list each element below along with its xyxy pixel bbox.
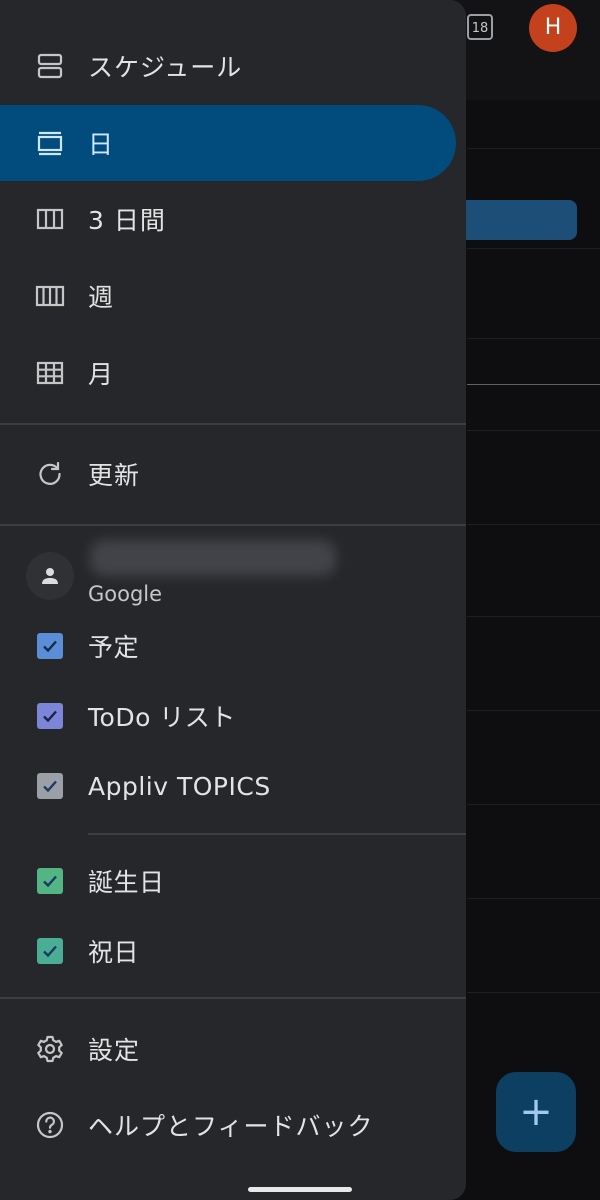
three-day-view-icon [34,203,66,235]
calendar-label: 予定 [88,633,140,662]
calendar-label: 誕生日 [88,868,165,897]
help-feedback-label: ヘルプとフィードバック [88,1112,374,1141]
gear-icon [34,1033,66,1065]
create-event-fab[interactable]: + [496,1072,576,1152]
view-schedule-label: スケジュール [88,53,243,82]
grid-line [467,992,600,993]
week-view-icon [34,280,66,312]
calendar-item-todo[interactable]: ToDo リスト [0,686,466,746]
today-button[interactable]: 18 [467,14,493,40]
checkmark-icon [43,945,57,958]
settings-label: 設定 [88,1036,141,1065]
calendar-item-holidays[interactable]: 祝日 [0,921,466,981]
view-day-label: 日 [88,130,115,159]
divider [0,423,466,425]
grid-line [467,898,600,899]
checkmark-icon [43,640,57,653]
calendar-checkbox[interactable] [37,773,63,799]
grid-line [467,248,600,249]
view-week-label: 週 [88,283,115,312]
settings-item[interactable]: 設定 [0,1011,456,1087]
view-day[interactable]: 日 [0,105,456,181]
grid-line [467,338,600,339]
calendar-checkbox[interactable] [37,703,63,729]
grid-line [467,430,600,431]
view-three-day[interactable]: 3 日間 [0,181,456,257]
help-feedback-item[interactable]: ヘルプとフィードバック [0,1087,456,1163]
schedule-view-icon [34,50,66,82]
calendar-item-events[interactable]: 予定 [0,616,466,676]
checkmark-icon [43,710,57,723]
view-week[interactable]: 週 [0,258,456,334]
account-avatar [26,552,74,600]
account-avatar-button[interactable]: H [529,4,577,52]
calendar-item-birthdays[interactable]: 誕生日 [0,851,466,911]
refresh-label: 更新 [88,461,141,490]
home-indicator[interactable] [248,1187,352,1192]
person-icon [42,568,58,584]
grid-line [467,804,600,805]
calendar-label: Appliv TOPICS [88,771,271,801]
grid-line [467,524,600,525]
account-provider: Google [88,582,163,606]
divider [88,833,466,835]
calendar-label: 祝日 [88,938,140,967]
grid-line [467,616,600,617]
view-three-day-label: 3 日間 [88,206,166,235]
refresh-icon [34,458,66,490]
calendar-checkbox[interactable] [37,633,63,659]
checkmark-icon [43,875,57,888]
month-view-icon [34,357,66,389]
grid-line [467,148,600,149]
account-email-redacted [90,540,336,576]
view-month-label: 月 [88,360,115,389]
grid-line [467,710,600,711]
divider [0,524,466,526]
divider [0,997,466,999]
view-schedule[interactable]: スケジュール [0,28,456,104]
checkmark-icon [43,780,57,793]
day-view-icon [34,127,66,159]
refresh-item[interactable]: 更新 [0,436,456,512]
help-icon [34,1109,66,1141]
navigation-drawer: スケジュール 日 3 日間 週 月 更新 Google 予定 ToDo リスト … [0,0,466,1200]
calendar-checkbox[interactable] [37,868,63,894]
calendar-checkbox[interactable] [37,938,63,964]
view-month[interactable]: 月 [0,335,456,411]
calendar-label: ToDo リスト [88,703,236,732]
calendar-item-appliv[interactable]: Appliv TOPICS [0,756,466,816]
current-time-line [467,384,600,385]
